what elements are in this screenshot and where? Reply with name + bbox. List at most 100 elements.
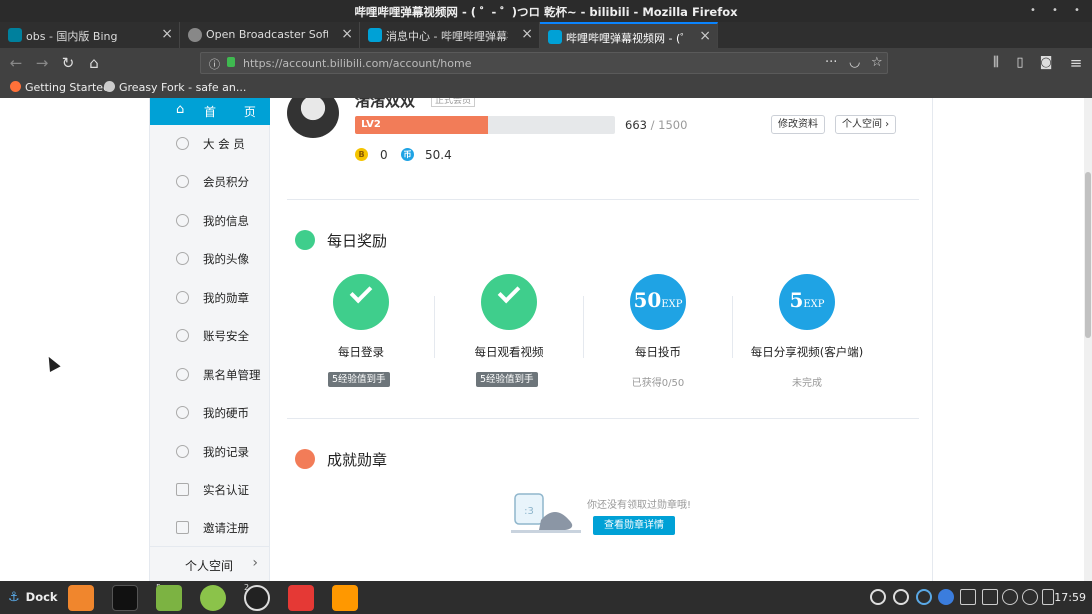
- minimize-icon[interactable]: •: [1026, 4, 1040, 18]
- sidebar-item-realname[interactable]: 实名认证: [150, 471, 270, 509]
- check-icon: [333, 274, 389, 330]
- close-tab-icon[interactable]: ×: [341, 26, 353, 42]
- bookmark-label: Getting Started: [25, 81, 111, 94]
- tab-bilibili-home[interactable]: 哔哩哔哩弹幕视频网 - (゜-゜)つロ ×: [540, 22, 718, 48]
- view-medals-button[interactable]: 查看勋章详情: [593, 516, 675, 535]
- obs-tray-icon[interactable]: [870, 589, 886, 605]
- volume-icon[interactable]: [1022, 589, 1038, 605]
- window-title: 哔哩哔哩弹幕视频网 - ( ゜- ゜)つロ 乾杯~ - bilibili - M…: [354, 5, 738, 19]
- firefox-app-icon[interactable]: [68, 585, 94, 611]
- bookmark-getting-started[interactable]: Getting Started: [10, 81, 110, 94]
- tab-messages[interactable]: 消息中心 - 哔哩哔哩弹幕视频网 ×: [360, 22, 540, 48]
- tab-obs[interactable]: Open Broadcaster Software | ×: [180, 22, 360, 48]
- forward-icon[interactable]: →: [32, 53, 52, 73]
- achievement-title: 成就勋章: [327, 451, 388, 469]
- edit-profile-button[interactable]: 修改资料: [771, 115, 825, 134]
- extension-icon[interactable]: ◙: [1036, 53, 1056, 73]
- sidebar-item-label: 账号安全: [203, 329, 249, 343]
- avatar[interactable]: [287, 98, 339, 138]
- sublime-app-icon[interactable]: [332, 585, 358, 611]
- sidebar-item-points[interactable]: 会员积分: [150, 163, 270, 201]
- obs-icon: [188, 28, 202, 42]
- star-icon: [295, 449, 315, 469]
- chevron-right-icon: ›: [252, 555, 258, 571]
- obs-tray-icon[interactable]: [893, 589, 909, 605]
- reward-status: 未完成: [792, 378, 822, 389]
- anchor-icon: ⚓: [8, 590, 20, 605]
- exp-badge: 50EXP: [630, 274, 686, 330]
- close-tab-icon[interactable]: ×: [699, 28, 711, 44]
- calculator-app-icon[interactable]: [200, 585, 226, 611]
- reload-icon[interactable]: ↻: [58, 53, 78, 73]
- bookmark-greasy-fork[interactable]: Greasy Fork - safe an...: [104, 81, 246, 94]
- sidebar-personal-space[interactable]: 个人空间 ›: [150, 546, 270, 581]
- sidebar-item-label: 黑名单管理: [203, 368, 261, 382]
- info-icon[interactable]: ⓘ: [209, 56, 220, 72]
- bookmark-star-icon[interactable]: ☆: [871, 55, 883, 70]
- close-tab-icon[interactable]: ×: [521, 26, 533, 42]
- level-progress-fill: [387, 116, 488, 134]
- user-icon: [176, 214, 189, 227]
- clock[interactable]: 17:59: [1054, 591, 1086, 604]
- security-tray-icon[interactable]: [916, 589, 932, 605]
- back-icon[interactable]: ←: [6, 53, 26, 73]
- library-icon[interactable]: ⫼: [986, 53, 1006, 73]
- menu-icon[interactable]: ≡: [1066, 53, 1086, 73]
- dock-button[interactable]: ⚓ Dock: [8, 590, 58, 605]
- close-tab-icon[interactable]: ×: [161, 26, 173, 42]
- bcoin-icon: B: [355, 148, 368, 161]
- sidebar-item-coins[interactable]: 我的硬币: [150, 394, 270, 432]
- exp-badge: 5EXP: [779, 274, 835, 330]
- home-icon[interactable]: ⌂: [84, 53, 104, 73]
- scrollbar[interactable]: [1084, 98, 1092, 581]
- maximize-icon[interactable]: •: [1048, 4, 1062, 18]
- tab-label: 哔哩哔哩弹幕视频网 - (゜-゜)つロ: [566, 32, 688, 45]
- scrollbar-thumb[interactable]: [1085, 172, 1091, 338]
- tab-bing[interactable]: obs - 国内版 Bing ×: [0, 22, 180, 48]
- sidebar-item-label: 我的记录: [203, 445, 249, 459]
- sidebar-toggle-icon[interactable]: ▯: [1010, 53, 1030, 73]
- sidebar-item-invite[interactable]: 邀请注册: [150, 509, 270, 547]
- sidebar-item-label: 会员积分: [203, 175, 249, 189]
- level-progress-bar: [387, 116, 615, 134]
- sidebar-item-security[interactable]: 账号安全: [150, 317, 270, 355]
- url-text[interactable]: https://account.bilibili.com/account/hom…: [243, 57, 471, 70]
- gitkraken-app-icon[interactable]: [288, 585, 314, 611]
- sidebar-item-avatar[interactable]: 我的头像: [150, 240, 270, 278]
- clipboard-icon[interactable]: [982, 589, 998, 605]
- terminal-app-icon[interactable]: [112, 585, 138, 611]
- invite-icon: [176, 521, 189, 534]
- coin-icon: [176, 406, 189, 419]
- sidebar-item-records[interactable]: 我的记录: [150, 433, 270, 471]
- bcoin-value: 0: [380, 148, 388, 162]
- sidebar-item-home[interactable]: ⌂ 首 页: [150, 98, 270, 125]
- personal-space-button[interactable]: 个人空间 ›: [835, 115, 897, 134]
- close-window-icon[interactable]: •: [1070, 4, 1084, 18]
- sidebar-item-medals[interactable]: 我的勋章: [150, 279, 270, 317]
- battery-icon[interactable]: [1042, 589, 1054, 605]
- lock-icon: [227, 57, 235, 67]
- keyboard-icon[interactable]: [960, 589, 976, 605]
- reward-share-video[interactable]: 5EXP 每日分享视频(客户端) 未完成: [733, 272, 881, 392]
- dock-label: Dock: [25, 590, 58, 604]
- reward-label: 每日观看视频: [474, 345, 544, 359]
- page-actions-icon[interactable]: ···: [825, 55, 837, 70]
- wifi-icon[interactable]: [1002, 589, 1018, 605]
- points-icon: [176, 175, 189, 188]
- record-icon: [176, 445, 189, 458]
- username: 渚渚双双: [355, 98, 416, 110]
- file-manager-app-icon[interactable]: [156, 585, 182, 611]
- navigation-bar: ← → ↻ ⌂ ⓘ https://account.bilibili.com/a…: [0, 48, 1092, 78]
- url-bar[interactable]: ⓘ https://account.bilibili.com/account/h…: [200, 52, 888, 74]
- bluetooth-icon[interactable]: [938, 589, 954, 605]
- obs-app-icon[interactable]: [244, 585, 270, 611]
- sidebar-item-blacklist[interactable]: 黑名单管理: [150, 356, 270, 394]
- pocket-icon[interactable]: ◡: [849, 55, 860, 70]
- exp-total: 1500: [658, 118, 688, 132]
- bilibili-icon: [548, 30, 562, 44]
- firefox-icon: [10, 81, 21, 92]
- sidebar-item-info[interactable]: 我的信息: [150, 202, 270, 240]
- reward-coin[interactable]: 50EXP 每日投币 已获得0/50: [584, 272, 732, 392]
- sidebar-item-vip[interactable]: 大 会 员: [150, 125, 270, 163]
- tab-label: Open Broadcaster Software |: [206, 28, 328, 41]
